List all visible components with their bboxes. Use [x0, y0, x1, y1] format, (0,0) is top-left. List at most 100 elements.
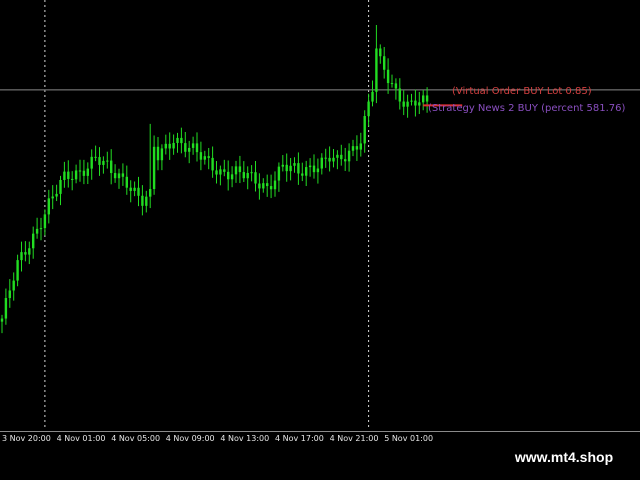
- candle-body: [305, 167, 308, 176]
- watermark-logo: www.mt4.shop: [496, 444, 632, 470]
- candle-body: [324, 157, 327, 159]
- candle-body: [195, 143, 199, 153]
- candle-body: [418, 102, 421, 106]
- candle-body: [211, 157, 214, 171]
- x-tick-label: 4 Nov 17:00: [275, 434, 324, 443]
- candle-body: [20, 252, 23, 261]
- candle-body: [43, 214, 47, 229]
- candle-body: [35, 228, 39, 234]
- candle-body: [414, 100, 417, 106]
- candle-body: [172, 142, 175, 149]
- candle-body: [227, 171, 230, 180]
- candle-body: [363, 116, 366, 144]
- candle-body: [383, 56, 386, 70]
- candle-body: [188, 147, 191, 152]
- candle-body: [24, 252, 27, 255]
- candle-body: [277, 166, 281, 181]
- candle-body: [67, 171, 70, 179]
- candle-body: [106, 160, 109, 162]
- virtual-order-label: (Virtual Order BUY Lot 0.85): [452, 86, 592, 97]
- x-tick-label: 4 Nov 09:00: [165, 434, 215, 443]
- candle-body: [359, 143, 362, 150]
- candle-body: [355, 146, 359, 150]
- x-tick-label: 4 Nov 13:00: [220, 434, 270, 443]
- price-chart[interactable]: [0, 0, 640, 432]
- candle-body: [273, 180, 277, 190]
- candle-body: [215, 170, 218, 175]
- candle-body: [152, 146, 156, 190]
- candle-body: [316, 168, 320, 173]
- candle-body: [74, 170, 78, 180]
- candle-body: [347, 150, 351, 162]
- candle-body: [238, 166, 242, 173]
- candle-body: [367, 101, 370, 117]
- candlestick-chart-svg: [0, 0, 640, 432]
- candle-body: [390, 83, 394, 85]
- candle-body: [176, 137, 179, 143]
- x-tick-label: 4 Nov 01:00: [56, 434, 106, 443]
- candle-body: [121, 173, 125, 177]
- candle-body: [262, 183, 265, 189]
- candle-body: [425, 95, 429, 102]
- candle-body: [375, 48, 378, 92]
- candle-body: [191, 143, 195, 148]
- candle-body: [312, 165, 316, 173]
- candle-body: [113, 173, 117, 179]
- candle-body: [266, 183, 269, 187]
- candle-body: [308, 165, 312, 168]
- candle-body: [246, 172, 249, 179]
- candle-body: [71, 178, 74, 180]
- candle-body: [250, 172, 253, 174]
- candle-body: [28, 248, 31, 255]
- candle-body: [129, 187, 132, 191]
- candle-body: [180, 137, 183, 144]
- candle-body: [78, 170, 82, 172]
- candle-body: [51, 196, 54, 199]
- candle-body: [386, 69, 390, 84]
- candle-body: [297, 163, 300, 174]
- candle-body: [141, 195, 144, 206]
- candle-body: [164, 143, 167, 149]
- candle-body: [168, 143, 171, 149]
- candle-body: [156, 146, 160, 161]
- candle-body: [199, 152, 203, 160]
- candle-body: [371, 91, 374, 102]
- candle-body: [293, 163, 296, 166]
- candle-body: [301, 173, 304, 176]
- candle-body: [203, 156, 206, 160]
- x-tick-label: 3 Nov 20:00: [2, 434, 51, 443]
- candle-body: [379, 48, 382, 57]
- candle-body: [133, 187, 136, 191]
- candle-body: [281, 164, 284, 167]
- candle-body: [258, 183, 261, 189]
- candle-body: [234, 166, 238, 175]
- candle-body: [4, 298, 8, 319]
- candle-body: [289, 165, 292, 172]
- candle-body: [94, 156, 97, 158]
- candle-body: [8, 290, 11, 299]
- candle-body: [86, 168, 89, 176]
- candle-body: [0, 318, 4, 322]
- candle-body: [47, 198, 50, 215]
- candle-body: [184, 143, 187, 152]
- candle-body: [328, 157, 331, 162]
- candle-body: [137, 187, 140, 196]
- candle-body: [340, 154, 343, 160]
- candle-body: [394, 83, 398, 89]
- candle-body: [230, 174, 234, 180]
- candle-body: [90, 156, 93, 169]
- candle-body: [285, 164, 288, 172]
- candle-body: [149, 189, 152, 197]
- candle-body: [422, 95, 425, 103]
- candle-body: [406, 101, 409, 107]
- x-tick-label: 4 Nov 05:00: [111, 434, 161, 443]
- candle-body: [398, 88, 401, 102]
- candle-body: [242, 172, 245, 179]
- candle-body: [269, 186, 273, 190]
- candle-body: [207, 156, 210, 158]
- candle-body: [98, 157, 101, 165]
- candle-body: [59, 179, 62, 194]
- candle-body: [55, 193, 58, 197]
- candle-body: [12, 280, 15, 291]
- candle-body: [102, 160, 105, 165]
